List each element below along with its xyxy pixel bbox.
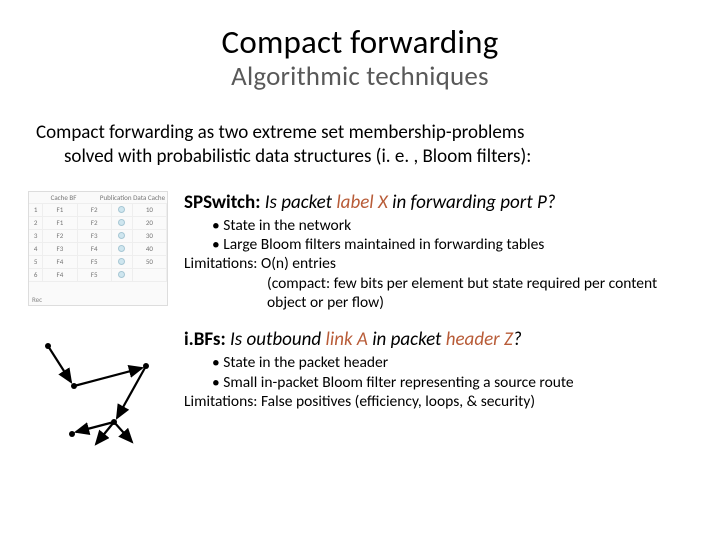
fig1-port: 30 (133, 230, 166, 243)
ibfs-q-pre: Is outbound (226, 328, 326, 351)
fig1-b: F5 (78, 256, 111, 269)
limitations-label: Limitations: (184, 254, 257, 273)
ibfs-lead: i.BFs: (184, 328, 226, 351)
spswitch-lead: SPSwitch: (184, 191, 260, 214)
slide-subtitle: Algorithmic techniques (28, 60, 692, 93)
fig1-idx: 6 (29, 269, 42, 282)
fig1-idx: 4 (29, 243, 42, 256)
fig1-port: 50 (133, 256, 166, 269)
fig1-b: F2 (78, 204, 111, 217)
fig1-idx: 1 (29, 204, 42, 217)
spswitch-bullet: • Large Bloom filters maintained in forw… (212, 235, 692, 254)
section-ibfs: i.BFs: Is outbound link A in packet head… (28, 328, 692, 448)
fig1-hdr-right: Publication Data Cache (98, 192, 167, 204)
spswitch-q-highlight: label X (336, 191, 388, 214)
limitations-detail: (compact: few bits per element but state… (212, 274, 692, 313)
fig1-idx: 5 (29, 256, 42, 269)
intro-line1: Compact forwarding as two extreme set me… (36, 121, 524, 144)
fig1-port: 10 (133, 204, 166, 217)
dot-icon (118, 206, 125, 213)
dot-icon (118, 258, 125, 265)
arrow-icon (48, 346, 71, 382)
slide-title: Compact forwarding (28, 22, 692, 62)
spswitch-heading: SPSwitch: Is packet label X in forwardin… (184, 191, 692, 214)
fig1-b: F2 (78, 217, 111, 230)
spswitch-figure: Cache BF Publication Data Cache 1 2 3 4 … (28, 191, 168, 306)
ibfs-bullet: • State in the packet header (212, 353, 692, 372)
limitations-text: O(n) entries (257, 254, 335, 273)
spswitch-q-post: in forwarding port P? (388, 191, 556, 214)
ibfs-bullets: • State in the packet header • Small in-… (184, 353, 692, 411)
limitations-text: False positives (efficiency, loops, & se… (257, 392, 535, 411)
node-icon (69, 431, 75, 437)
fig1-idx: 3 (29, 230, 42, 243)
fig1-a: F2 (43, 230, 76, 243)
fig1-a: F4 (43, 256, 76, 269)
dot-icon (118, 271, 125, 278)
fig1-bottom-label: Rec (32, 295, 42, 304)
dot-icon (118, 232, 125, 239)
ibfs-bullet: • Small in-packet Bloom filter represent… (212, 373, 692, 392)
fig1-port: 20 (133, 217, 166, 230)
fig1-a: F1 (43, 204, 76, 217)
fig1-b: F4 (78, 243, 111, 256)
intro-line2: solved with probabilistic data structure… (36, 145, 684, 169)
fig1-idx: 2 (29, 217, 42, 230)
spswitch-bullet: • State in the network (212, 216, 692, 235)
ibfs-q-post: ? (513, 328, 522, 351)
limitations-label: Limitations: (184, 392, 257, 411)
ibfs-heading: i.BFs: Is outbound link A in packet head… (184, 328, 692, 351)
spswitch-bullets: • State in the network • Large Bloom fil… (184, 216, 692, 313)
arrow-icon (114, 422, 132, 442)
ibfs-q-mid: in packet (368, 328, 446, 351)
dot-icon (118, 219, 125, 226)
fig1-a: F3 (43, 243, 76, 256)
arrow-icon (74, 368, 142, 386)
fig1-port: 40 (133, 243, 166, 256)
fig1-b: F5 (78, 269, 111, 282)
fig1-hdr-left: Cache BF (29, 192, 98, 204)
ibfs-q-hl2: header Z (446, 328, 513, 351)
dot-icon (118, 245, 125, 252)
spswitch-q-pre: Is packet (260, 191, 336, 214)
fig1-a: F1 (43, 217, 76, 230)
intro-text: Compact forwarding as two extreme set me… (28, 121, 692, 169)
fig1-a: F4 (43, 269, 76, 282)
fig1-b: F3 (78, 230, 111, 243)
ibfs-figure (28, 328, 168, 448)
ibfs-q-hl: link A (325, 328, 367, 351)
section-spswitch: Cache BF Publication Data Cache 1 2 3 4 … (28, 191, 692, 313)
